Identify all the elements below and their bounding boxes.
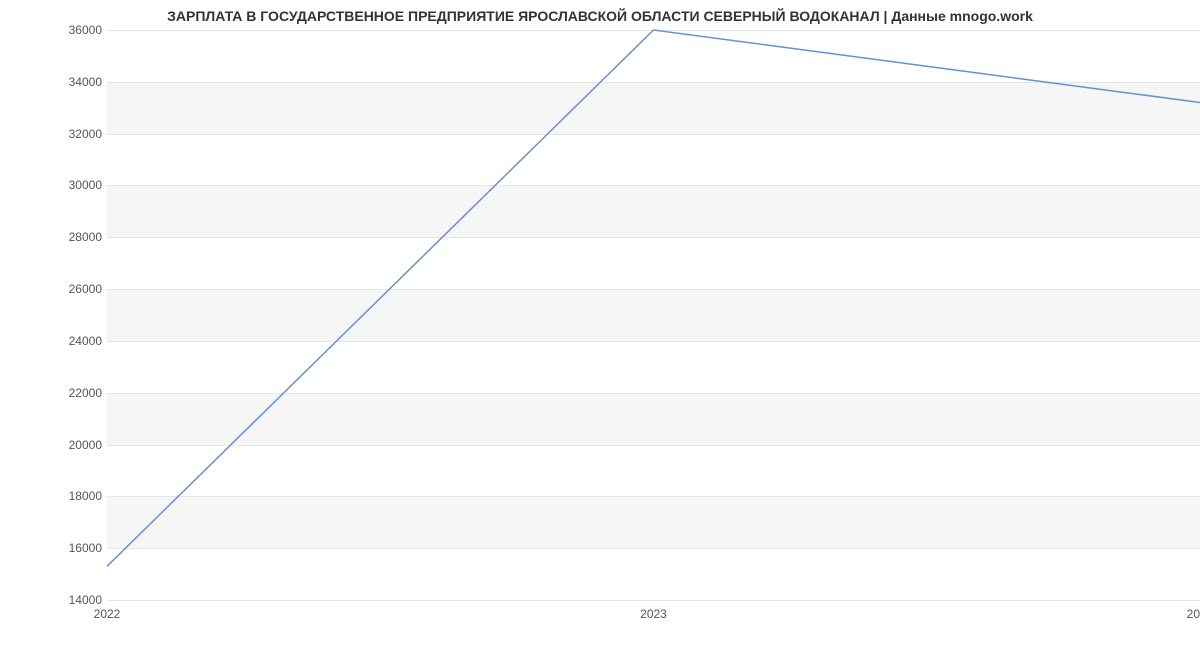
- y-tick-label: 20000: [42, 438, 102, 452]
- chart-title: ЗАРПЛАТА В ГОСУДАРСТВЕННОЕ ПРЕДПРИЯТИЕ Я…: [0, 8, 1200, 24]
- y-tick-label: 22000: [42, 386, 102, 400]
- gridline: [107, 600, 1200, 601]
- y-tick-label: 24000: [42, 334, 102, 348]
- x-tick-label: 2022: [94, 607, 121, 621]
- x-tick-label: 2023: [640, 607, 667, 621]
- y-tick-label: 36000: [42, 23, 102, 37]
- y-tick-label: 28000: [42, 230, 102, 244]
- plot-area: [107, 30, 1200, 601]
- y-tick-label: 14000: [42, 593, 102, 607]
- line-series: [107, 30, 1200, 600]
- y-tick-label: 26000: [42, 282, 102, 296]
- y-tick-label: 16000: [42, 541, 102, 555]
- y-tick-label: 34000: [42, 75, 102, 89]
- salary-line-chart: ЗАРПЛАТА В ГОСУДАРСТВЕННОЕ ПРЕДПРИЯТИЕ Я…: [0, 0, 1200, 650]
- x-tick-label: 2024: [1187, 607, 1200, 621]
- y-tick-label: 32000: [42, 127, 102, 141]
- y-tick-label: 30000: [42, 178, 102, 192]
- y-tick-label: 18000: [42, 489, 102, 503]
